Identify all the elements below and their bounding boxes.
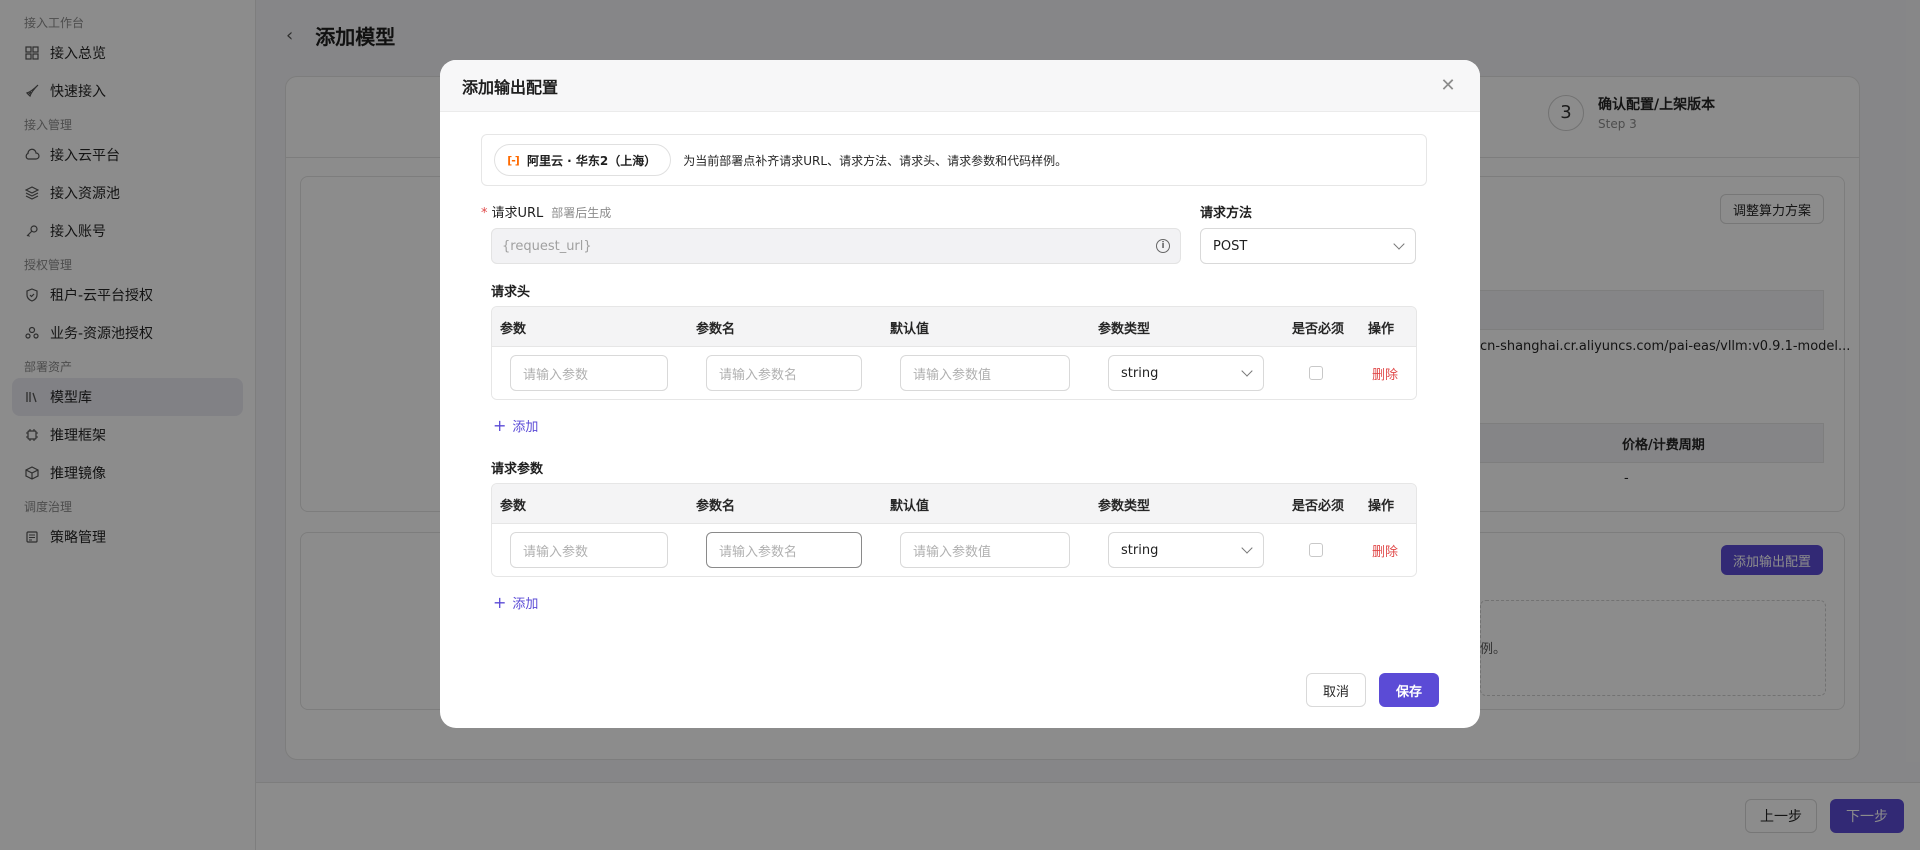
param-default-placeholder: 请输入参数值 <box>913 544 992 560</box>
deployment-info-box: [-] 阿里云 · 华东2（上海） 为当前部署点补齐请求URL、请求方法、请求头… <box>481 134 1427 186</box>
param-default-placeholder: 请输入参数值 <box>913 367 992 383</box>
delete-row-link[interactable]: 删除 <box>1372 541 1398 560</box>
column-header: 操作 <box>1368 321 1395 337</box>
param-input[interactable]: 请输入参数 <box>510 532 668 568</box>
param-type-select[interactable]: string <box>1108 355 1264 391</box>
region-label: 阿里云 · 华东2（上海） <box>527 153 657 168</box>
close-icon[interactable]: ✕ <box>1438 75 1458 96</box>
table-header: 参数 参数名 默认值 参数类型 是否必须 操作 <box>492 307 1416 347</box>
column-header: 参数类型 <box>1098 321 1151 337</box>
info-description: 为当前部署点补齐请求URL、请求方法、请求头、请求参数和代码样例。 <box>683 153 1068 168</box>
delete-row-link[interactable]: 删除 <box>1372 364 1398 383</box>
param-type-value: string <box>1121 365 1159 381</box>
required-checkbox[interactable] <box>1309 366 1323 380</box>
table-header: 参数 参数名 默认值 参数类型 是否必须 操作 <box>492 484 1416 524</box>
column-header: 参数 <box>500 321 527 337</box>
column-header: 是否必须 <box>1292 321 1345 337</box>
add-param-button[interactable]: + 添加 <box>493 593 538 612</box>
column-header: 参数类型 <box>1098 498 1151 514</box>
param-name-placeholder: 请输入参数名 <box>719 367 798 383</box>
request-params-table: 参数 参数名 默认值 参数类型 是否必须 操作 请输入参数 请输入参数名 请输入… <box>491 483 1417 577</box>
request-url-placeholder: {request_url} <box>502 238 592 254</box>
required-checkbox[interactable] <box>1309 543 1323 557</box>
column-header: 默认值 <box>890 321 930 337</box>
request-url-label-text: 请求URL <box>491 206 544 221</box>
plus-icon: + <box>493 592 507 612</box>
request-url-input: {request_url} i <box>491 228 1181 264</box>
add-label: 添加 <box>512 597 539 612</box>
request-headers-title: 请求头 <box>491 285 531 300</box>
chevron-down-icon <box>1241 365 1253 377</box>
aliyun-logo-icon: [-] <box>507 153 520 167</box>
dialog-title: 添加输出配置 <box>462 77 559 97</box>
request-headers-table: 参数 参数名 默认值 参数类型 是否必须 操作 请输入参数 请输入参数名 请输入… <box>491 306 1417 400</box>
request-method-value: POST <box>1213 238 1248 254</box>
request-url-hint: 部署后生成 <box>551 206 612 220</box>
add-header-button[interactable]: + 添加 <box>493 416 538 435</box>
request-method-label: 请求方法 <box>1200 206 1253 221</box>
request-url-label: * 请求URL 部署后生成 <box>481 202 611 221</box>
chevron-down-icon <box>1241 542 1253 554</box>
dialog-header: 添加输出配置 ✕ <box>440 60 1480 112</box>
chevron-down-icon <box>1393 238 1405 250</box>
request-method-select[interactable]: POST <box>1200 228 1416 264</box>
param-placeholder: 请输入参数 <box>523 544 589 560</box>
param-name-input[interactable]: 请输入参数名 <box>706 355 862 391</box>
param-name-input[interactable]: 请输入参数名 <box>706 532 862 568</box>
plus-icon: + <box>493 415 507 435</box>
param-default-input[interactable]: 请输入参数值 <box>900 355 1070 391</box>
region-chip: [-] 阿里云 · 华东2（上海） <box>494 144 672 176</box>
param-type-value: string <box>1121 542 1159 558</box>
param-placeholder: 请输入参数 <box>523 367 589 383</box>
table-row: 请输入参数 请输入参数名 请输入参数值 string 删除 <box>492 524 1416 576</box>
required-mark: * <box>481 206 488 221</box>
info-icon[interactable]: i <box>1156 239 1170 253</box>
table-row: 请输入参数 请输入参数名 请输入参数值 string 删除 <box>492 347 1416 399</box>
add-label: 添加 <box>512 420 539 435</box>
request-params-title: 请求参数 <box>491 462 544 477</box>
column-header: 参数 <box>500 498 527 514</box>
param-input[interactable]: 请输入参数 <box>510 355 668 391</box>
cancel-button[interactable]: 取消 <box>1306 673 1366 707</box>
column-header: 操作 <box>1368 498 1395 514</box>
param-name-placeholder: 请输入参数名 <box>719 544 798 560</box>
add-output-config-dialog: 添加输出配置 ✕ [-] 阿里云 · 华东2（上海） 为当前部署点补齐请求URL… <box>440 60 1480 728</box>
column-header: 默认值 <box>890 498 930 514</box>
param-type-select[interactable]: string <box>1108 532 1264 568</box>
column-header: 参数名 <box>696 321 736 337</box>
column-header: 参数名 <box>696 498 736 514</box>
column-header: 是否必须 <box>1292 498 1345 514</box>
save-button[interactable]: 保存 <box>1379 673 1439 707</box>
param-default-input[interactable]: 请输入参数值 <box>900 532 1070 568</box>
